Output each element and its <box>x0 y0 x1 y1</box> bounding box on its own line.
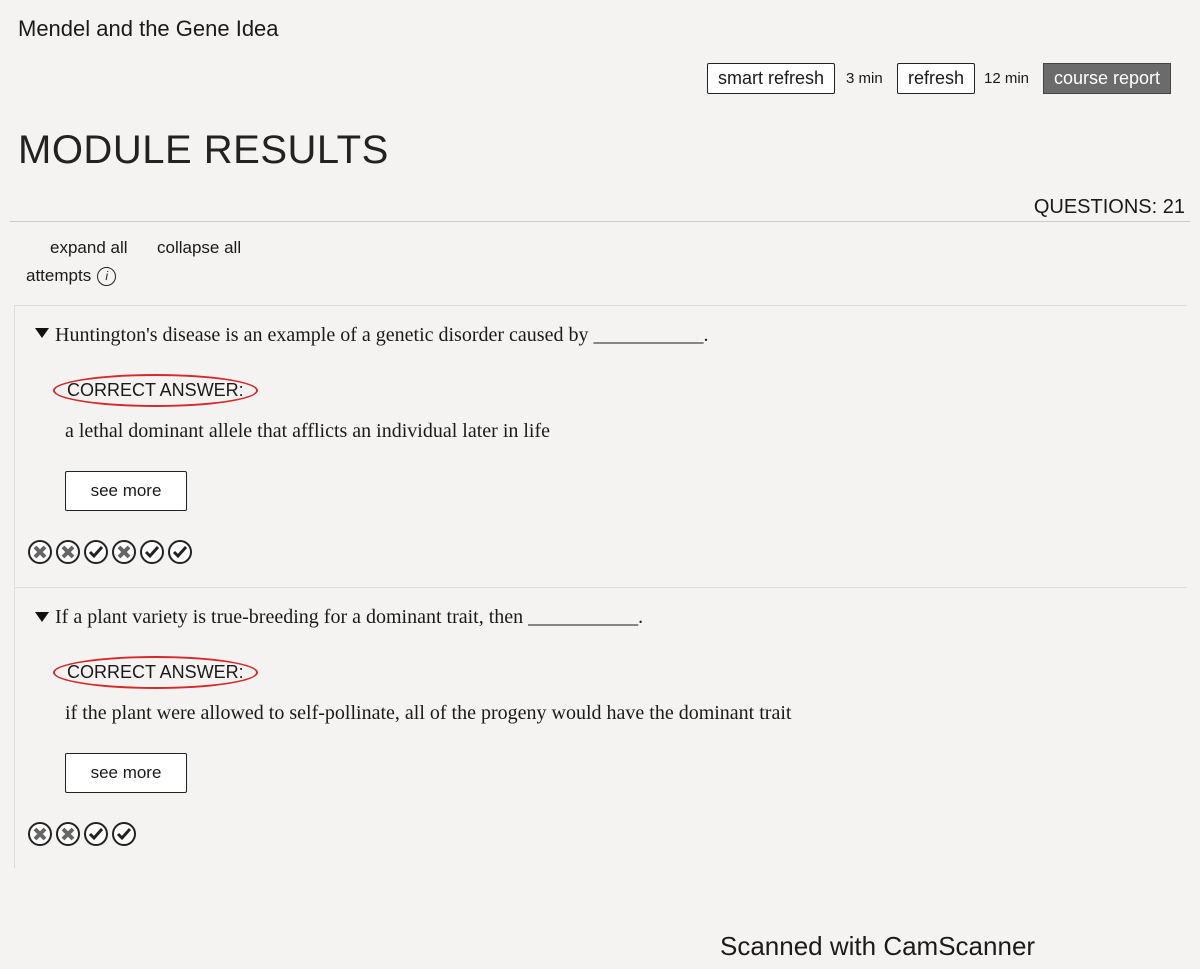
refresh-age: 12 min <box>984 70 1030 87</box>
correct-attempt-icon <box>167 539 193 570</box>
smart-refresh-age: 3 min <box>846 70 883 87</box>
scanner-watermark: Scanned with CamScanner <box>720 931 1036 961</box>
collapse-triangle-icon[interactable] <box>35 612 49 622</box>
correct-attempt-icon <box>83 821 109 852</box>
answer-text: if the plant were allowed to self-pollin… <box>65 702 792 724</box>
page-title: MODULE RESULTS <box>18 128 389 172</box>
attempts-text: attempts <box>26 266 92 285</box>
attempts-label: attempts i <box>26 266 117 287</box>
questions-count: QUESTIONS: 21 <box>1033 196 1185 218</box>
correct-answer-label: CORRECT ANSWER: <box>53 374 258 407</box>
question-card: Huntington's disease is an example of a … <box>14 305 1187 586</box>
course-report-button[interactable]: course report <box>1043 63 1172 94</box>
collapse-triangle-icon[interactable] <box>35 328 49 338</box>
incorrect-attempt-icon <box>111 539 137 570</box>
incorrect-attempt-icon <box>27 539 53 570</box>
question-text: Huntington's disease is an example of a … <box>55 324 709 346</box>
question-card: If a plant variety is true-breeding for … <box>14 587 1187 868</box>
correct-attempt-icon <box>139 539 165 570</box>
see-more-button[interactable]: see more <box>65 471 187 511</box>
answer-text: a lethal dominant allele that afflicts a… <box>65 420 551 442</box>
refresh-button[interactable]: refresh <box>897 63 976 94</box>
question-text: If a plant variety is true-breeding for … <box>55 606 644 628</box>
incorrect-attempt-icon <box>55 821 81 852</box>
collapse-all-link[interactable]: collapse all <box>157 238 241 258</box>
incorrect-attempt-icon <box>55 539 81 570</box>
divider <box>10 221 1190 222</box>
attempt-icons <box>27 539 193 570</box>
correct-attempt-icon <box>83 539 109 570</box>
smart-refresh-button[interactable]: smart refresh <box>707 63 836 94</box>
incorrect-attempt-icon <box>27 821 53 852</box>
expand-all-link[interactable]: expand all <box>50 238 128 258</box>
see-more-button[interactable]: see more <box>65 753 187 793</box>
attempt-icons <box>27 821 137 852</box>
info-icon[interactable]: i <box>97 267 117 287</box>
correct-answer-label: CORRECT ANSWER: <box>53 656 258 689</box>
correct-attempt-icon <box>111 821 137 852</box>
course-title: Mendel and the Gene Idea <box>18 16 279 41</box>
